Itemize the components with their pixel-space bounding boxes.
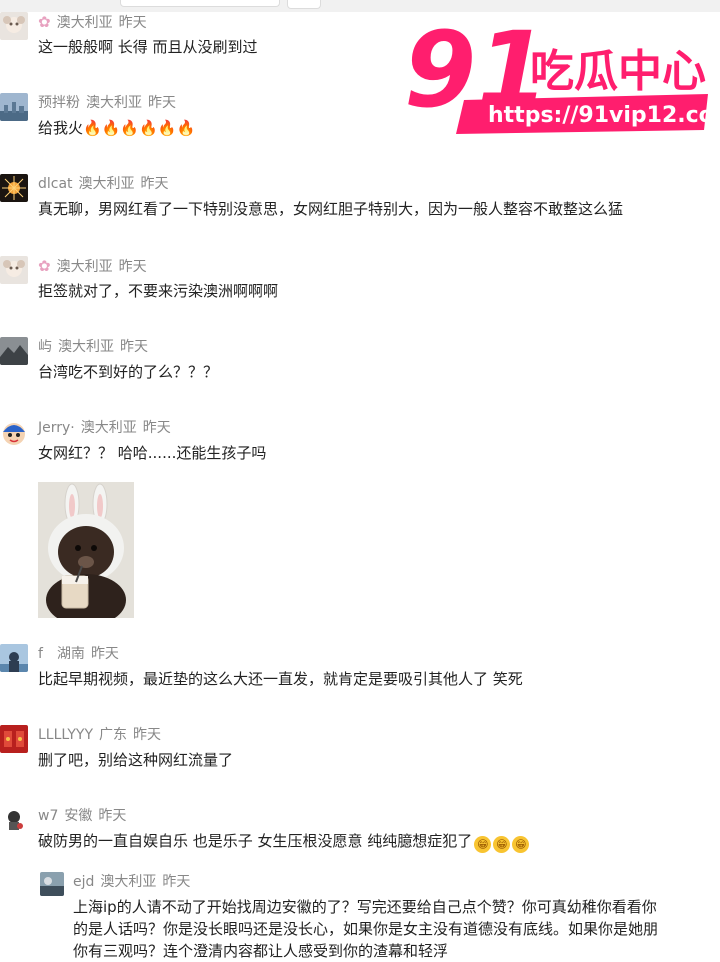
comment-meta: 屿澳大利亚 昨天 <box>38 337 154 357</box>
fire-icons: 🔥🔥🔥🔥🔥🔥 <box>83 119 195 137</box>
laugh-emoji-icon: 😁 <box>474 836 492 853</box>
red-avatar-icon[interactable] <box>0 725 28 753</box>
comment-meta: ✿ 澳大利亚 昨天 <box>38 256 153 276</box>
username[interactable]: dlcat <box>38 176 73 192</box>
location: 澳大利亚 <box>56 15 113 31</box>
comment-meta: 预拌粉 澳大利亚 昨天 <box>38 93 182 113</box>
fire-icon: 🔥 <box>120 119 140 137</box>
username[interactable]: 预拌粉 <box>38 95 80 111</box>
comment-meta: w7 安徽 昨天 <box>38 806 132 826</box>
comment-meta: dlcat 澳大利亚 昨天 <box>38 174 175 194</box>
fire-icon: 🔥 <box>83 119 102 137</box>
search-box[interactable] <box>120 0 280 7</box>
fire-icon: 🔥 <box>176 119 196 137</box>
reply-text-line: 你有三观吗？连个澄清内容都让人感受到你的渣幕和轻浮 <box>73 942 449 960</box>
comment-text: 台湾吃不到好的了么？？？ <box>38 363 219 381</box>
comment-text: 真无聊，男网红看了一下特别没意思，女网红胆子特别大，因为一般人整容不敢整这么猛 <box>38 200 624 218</box>
location: 澳大利亚 <box>58 339 114 355</box>
bear-photo[interactable] <box>38 482 134 618</box>
watermark-url: https://91vip12.com <box>488 103 714 128</box>
fire-icon: 🔥 <box>157 119 177 137</box>
timestamp: 昨天 <box>133 727 161 743</box>
landscape-avatar-icon[interactable] <box>0 337 28 365</box>
comment-text-content: 给我火 <box>38 119 84 137</box>
comment-text: 这一般般啊 长得 而且从没刷到过 <box>38 38 258 56</box>
location: 安徽 <box>64 808 93 824</box>
reply-text-line: 的是人话吗？你是没长眼吗还是没长心，如果你是女主没有道德没有底线。如果你是她朋 <box>73 920 659 938</box>
flower-icon: ✿ <box>38 13 51 31</box>
comment-text: 拒签就对了，不要来污染澳洲啊啊啊 <box>38 282 279 300</box>
search-button[interactable] <box>287 0 321 9</box>
top-bar <box>0 0 720 12</box>
location: 澳大利亚 <box>56 259 113 275</box>
username[interactable]: Jerry· <box>38 420 75 436</box>
timestamp: 昨天 <box>140 176 169 192</box>
laugh-emoji-icons: 😁 😁 😁 <box>472 832 530 853</box>
username[interactable]: LLLLYYY <box>38 727 93 743</box>
reply-meta: ejd 澳大利亚 昨天 <box>73 872 196 892</box>
timestamp: 昨天 <box>90 646 119 662</box>
cartoon-small-avatar-icon[interactable] <box>0 806 28 834</box>
timestamp: 昨天 <box>142 420 171 436</box>
comment-meta: f 湖南 昨天 <box>38 644 125 664</box>
comment-text: 给我火🔥🔥🔥🔥🔥🔥 <box>38 117 195 139</box>
timestamp: 昨天 <box>120 339 148 355</box>
location: 澳大利亚 <box>86 95 142 111</box>
username[interactable]: 屿 <box>38 339 52 355</box>
timestamp: 昨天 <box>98 808 127 824</box>
doll-avatar-icon[interactable] <box>0 256 28 284</box>
doll-avatar-icon[interactable] <box>0 12 28 40</box>
comment-meta: LLLLYYY 广东 昨天 <box>38 725 167 745</box>
username[interactable]: ejd <box>73 874 94 890</box>
username[interactable]: f <box>38 646 43 662</box>
comment-text: 比起早期视频，最近垫的这么大还一直发，就肯定是要吸引其他人了 笑死 <box>38 670 523 688</box>
site-watermark: 91 吃瓜中心 https://91vip12.com <box>403 8 720 134</box>
city-avatar-icon[interactable] <box>0 93 28 121</box>
location: 澳大利亚 <box>80 420 137 436</box>
timestamp: 昨天 <box>118 15 147 31</box>
location: 澳大利亚 <box>100 874 157 890</box>
cartoon-avatar-icon[interactable] <box>0 418 28 446</box>
fire-icon: 🔥 <box>139 119 158 137</box>
comment-meta: Jerry· 澳大利亚 昨天 <box>38 418 177 438</box>
timestamp: 昨天 <box>118 259 147 275</box>
reply-text: 上海ip的人请不动了开始找周边安徽的了？写完还要给自己点个赞？你可真幼稚你看看你… <box>73 896 720 962</box>
location: 湖南 <box>56 646 85 662</box>
flower-icon: ✿ <box>38 257 51 275</box>
photo-avatar-icon[interactable] <box>40 872 64 896</box>
comment-text: 破防男的一直自娱自乐 也是乐子 女生压根没愿意 纯纯臆想症犯了 😁 😁 😁 <box>38 830 530 853</box>
timestamp: 昨天 <box>148 95 176 111</box>
location: 广东 <box>99 727 127 743</box>
laugh-emoji-icon: 😁 <box>512 836 530 853</box>
reply-text-line: 上海ip的人请不动了开始找周边安徽的了？写完还要给自己点个赞？你可真幼稚你看看你 <box>73 898 657 916</box>
fire-icon: 🔥 <box>101 119 121 137</box>
comment-text-content: 破防男的一直自娱自乐 也是乐子 女生压根没愿意 纯纯臆想症犯了 <box>38 832 473 850</box>
laugh-emoji-icon: 😁 <box>493 836 511 853</box>
username[interactable]: w7 <box>38 808 58 824</box>
comment-meta: ✿ 澳大利亚 昨天 <box>38 12 153 32</box>
watermark-title: 吃瓜中心 <box>530 46 706 97</box>
location: 澳大利亚 <box>78 176 135 192</box>
sparkler-avatar-icon[interactable] <box>0 174 28 202</box>
comment-text: 删了吧，别给这种网红流量了 <box>38 751 234 769</box>
comment-text: 女网红？？ 哈哈......还能生孩子吗 <box>38 444 267 462</box>
person-avatar-icon[interactable] <box>0 644 28 672</box>
timestamp: 昨天 <box>162 874 191 890</box>
